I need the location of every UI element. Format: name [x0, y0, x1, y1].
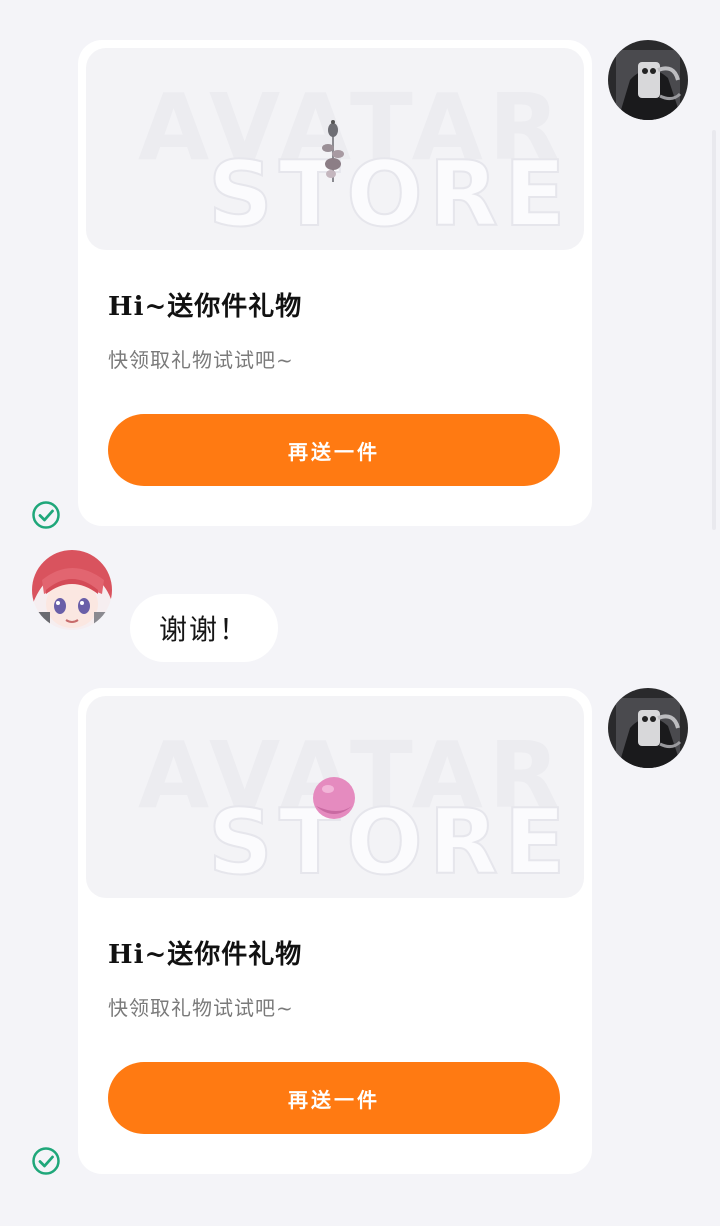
send-another-button[interactable]: 再送一件 [108, 414, 560, 486]
gift-title: Hi~送你件礼物 [108, 940, 303, 970]
other-avatar[interactable] [32, 550, 112, 630]
banner-text-store: STORE [207, 142, 572, 247]
gift-subtitle: 快领取礼物试试吧~ [108, 996, 294, 1020]
rose-icon [318, 118, 348, 192]
gift-card[interactable]: AVATAR STORE Hi~送你件礼物 快领取礼物试试吧~ 再送一件 [78, 688, 592, 1174]
gift-subtitle: 快领取礼物试试吧~ [108, 348, 294, 372]
avatar-photo [608, 40, 688, 120]
self-avatar[interactable] [608, 688, 688, 768]
send-another-button[interactable]: 再送一件 [108, 1062, 560, 1134]
gift-title: Hi~送你件礼物 [108, 292, 303, 322]
message-bubble[interactable]: 谢谢！ [130, 594, 278, 662]
gift-card[interactable]: AVATAR STORE Hi~送你件礼物 快领取礼物试试吧~ 再送一件 [78, 40, 592, 526]
pink-ball-icon [312, 776, 356, 824]
avatar-photo [608, 688, 688, 768]
gift-banner: AVATAR STORE [86, 48, 584, 250]
gift-banner: AVATAR STORE [86, 696, 584, 898]
sent-check-icon [31, 500, 61, 530]
scrollbar[interactable] [712, 130, 716, 530]
self-avatar[interactable] [608, 40, 688, 120]
anime-avatar [32, 550, 112, 630]
sent-check-icon [31, 1146, 61, 1176]
banner-text-store: STORE [207, 790, 572, 895]
